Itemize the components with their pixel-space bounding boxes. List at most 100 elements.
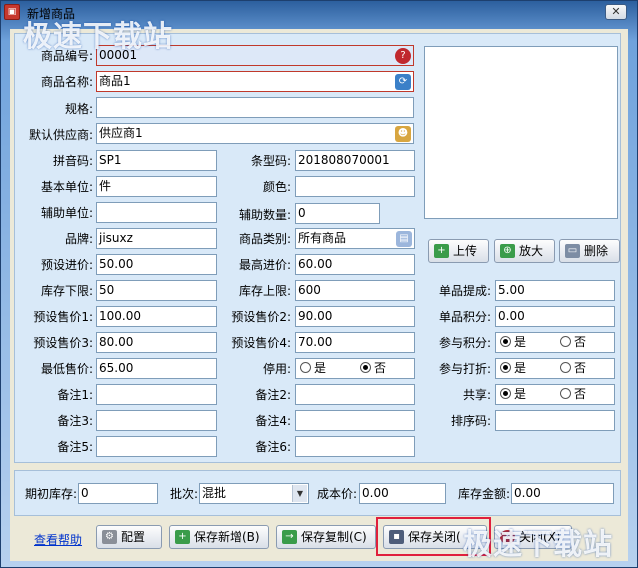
barcode-label: 条型码:: [250, 154, 291, 168]
batch-select[interactable]: 混批 ▼: [199, 483, 309, 504]
min-stock-input[interactable]: 50: [96, 280, 217, 301]
note6-input[interactable]: [295, 436, 415, 457]
note3-label: 备注3:: [57, 414, 93, 428]
pinyin-label: 拼音码:: [52, 154, 93, 168]
delete-label: 删除: [584, 244, 609, 258]
note1-input[interactable]: [96, 384, 217, 405]
unit-label: 基本单位:: [40, 180, 93, 194]
unit-value: 件: [99, 179, 112, 193]
amount-input[interactable]: 0.00: [511, 483, 614, 504]
note4-input[interactable]: [295, 410, 415, 431]
join-points-no-text: 否: [574, 335, 587, 349]
min-stock-value: 50: [99, 283, 115, 297]
color-input[interactable]: [295, 176, 415, 197]
help-link[interactable]: 查看帮助: [34, 531, 82, 548]
points-value: 0.00: [498, 309, 525, 323]
upload-button[interactable]: + 上传: [428, 239, 489, 263]
note5-input[interactable]: [96, 436, 217, 457]
disabled-yes-radio[interactable]: 是: [300, 359, 326, 377]
unit-input[interactable]: 件: [96, 176, 217, 197]
disabled-radio-group: 是 否: [295, 358, 415, 379]
max-stock-input[interactable]: 600: [295, 280, 415, 301]
cost-input[interactable]: 0.00: [359, 483, 446, 504]
preset-cost-input[interactable]: 50.00: [96, 254, 217, 275]
watermark-top: 极速下载站: [23, 19, 174, 53]
min-price-input[interactable]: 65.00: [96, 358, 217, 379]
max-stock-label: 库存上限:: [238, 284, 291, 298]
join-discount-no-radio[interactable]: 否: [560, 359, 586, 377]
name-value: 商品1: [99, 74, 131, 88]
product-form-panel: 商品编号: 00001? 商品名称: 商品1 ⟳ 规格: 默认供应商: 供应商1 ☻…: [14, 33, 621, 463]
init-stock-input[interactable]: 0: [78, 483, 158, 504]
pinyin-input[interactable]: SP1: [96, 150, 217, 171]
join-discount-label: 参与打折:: [438, 362, 491, 376]
watermark-bottom: 极速下载站: [463, 527, 614, 561]
refresh-icon[interactable]: ⟳: [395, 74, 411, 90]
stock-panel: 期初库存: 0 批次: 混批 ▼ 成本价: 0.00 库存金额: 0.00: [14, 470, 621, 516]
supplier-value: 供应商1: [99, 126, 143, 140]
brand-value: jisuxz: [99, 231, 133, 245]
app-window: ▣ 新增商品 ✕ 商品编号: 00001? 商品名称: 商品1 ⟳ 规格: 默认供…: [0, 0, 638, 568]
aux-qty-label: 辅助数量:: [238, 208, 291, 222]
supplier-input[interactable]: 供应商1 ☻: [96, 123, 414, 144]
price2-input[interactable]: 90.00: [295, 306, 415, 327]
max-cost-value: 60.00: [298, 257, 333, 271]
shared-yes-text: 是: [514, 387, 527, 401]
join-discount-no-text: 否: [574, 361, 587, 375]
product-image-box[interactable]: [424, 46, 618, 219]
note3-input[interactable]: [96, 410, 217, 431]
sort-code-input[interactable]: [495, 410, 615, 431]
cost-label: 成本价:: [316, 487, 357, 501]
shared-radio-group: 是 否: [495, 384, 615, 405]
join-points-no-radio[interactable]: 否: [560, 333, 586, 351]
amount-label: 库存金额:: [457, 487, 510, 501]
save-copy-label: 保存复制(C): [301, 530, 367, 544]
close-window-button[interactable]: ✕: [605, 4, 627, 20]
barcode-input[interactable]: 201808070001: [295, 150, 415, 171]
save-new-button[interactable]: + 保存新增(B): [169, 525, 269, 549]
price4-input[interactable]: 70.00: [295, 332, 415, 353]
price3-input[interactable]: 80.00: [96, 332, 217, 353]
spec-input[interactable]: [96, 97, 414, 118]
aux-qty-input[interactable]: 0: [295, 203, 380, 224]
zoom-button[interactable]: ⊕ 放大: [494, 239, 555, 263]
batch-value: 混批: [202, 486, 227, 500]
save-copy-button[interactable]: → 保存复制(C): [276, 525, 376, 549]
disabled-no-radio[interactable]: 否: [360, 359, 386, 377]
note2-label: 备注2:: [255, 388, 291, 402]
price1-input[interactable]: 100.00: [96, 306, 217, 327]
note5-label: 备注5:: [57, 440, 93, 454]
help-icon[interactable]: ?: [395, 48, 411, 64]
zoom-label: 放大: [519, 244, 544, 258]
category-input[interactable]: 所有商品 ▤: [295, 228, 415, 249]
price3-label: 预设售价3:: [33, 336, 93, 350]
name-label: 商品名称:: [40, 75, 93, 89]
shared-no-radio[interactable]: 否: [560, 385, 586, 403]
join-points-radio-group: 是 否: [495, 332, 615, 353]
join-points-yes-radio[interactable]: 是: [500, 333, 526, 351]
max-cost-input[interactable]: 60.00: [295, 254, 415, 275]
max-stock-value: 600: [298, 283, 321, 297]
color-label: 颜色:: [262, 180, 291, 194]
people-icon[interactable]: ☻: [395, 126, 411, 142]
aux-unit-input[interactable]: [96, 202, 217, 223]
points-label: 单品积分:: [438, 310, 491, 324]
chevron-down-icon[interactable]: ▼: [292, 485, 307, 502]
delete-icon: ▭: [565, 244, 580, 258]
shared-yes-radio[interactable]: 是: [500, 385, 526, 403]
commission-input[interactable]: 5.00: [495, 280, 615, 301]
join-discount-yes-radio[interactable]: 是: [500, 359, 526, 377]
max-cost-label: 最高进价:: [238, 258, 291, 272]
note2-input[interactable]: [295, 384, 415, 405]
delete-button[interactable]: ▭ 删除: [559, 239, 620, 263]
points-input[interactable]: 0.00: [495, 306, 615, 327]
brand-input[interactable]: jisuxz: [96, 228, 217, 249]
preset-cost-value: 50.00: [99, 257, 134, 271]
name-input[interactable]: 商品1 ⟳: [96, 71, 414, 92]
category-label: 商品类别:: [238, 232, 291, 246]
barcode-value: 201808070001: [298, 153, 390, 167]
config-button[interactable]: ⚙ 配置: [96, 525, 162, 549]
shared-no-text: 否: [574, 387, 587, 401]
join-discount-radio-group: 是 否: [495, 358, 615, 379]
book-icon[interactable]: ▤: [396, 231, 412, 247]
